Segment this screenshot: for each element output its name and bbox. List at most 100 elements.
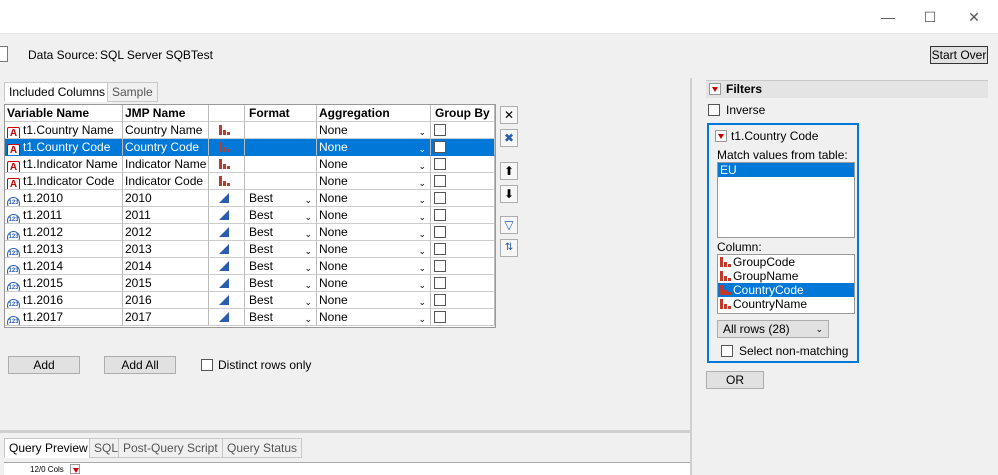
aggregation-select[interactable]: None ⌄ (317, 156, 431, 173)
or-button[interactable]: OR (706, 371, 764, 389)
table-row[interactable]: At1.Country Code Country Code None ⌄ (5, 139, 495, 156)
tab-sample[interactable]: Sample (107, 82, 158, 102)
group-by-checkbox[interactable] (434, 294, 446, 306)
select-nonmatching-checkbox[interactable] (721, 345, 733, 357)
format-select[interactable]: Best ⌄ (245, 207, 317, 224)
group-by-checkbox[interactable] (434, 226, 446, 238)
modeling-type-cell[interactable] (209, 173, 245, 190)
variable-name-cell[interactable]: 123 t1.2015 (5, 275, 123, 292)
filter-icon[interactable]: ▽ (500, 216, 518, 234)
filter-menu-icon[interactable] (715, 130, 727, 142)
variable-name-cell[interactable]: 123 t1.2013 (5, 241, 123, 258)
aggregation-select[interactable]: None ⌄ (317, 207, 431, 224)
aggregation-select[interactable]: None ⌄ (317, 275, 431, 292)
table-row[interactable]: 123 t1.2015 2015 Best ⌄ None ⌄ (5, 275, 495, 292)
column-list-item[interactable]: GroupName (718, 269, 854, 283)
match-values-list[interactable]: EU (717, 162, 855, 238)
horizontal-splitter[interactable] (0, 430, 690, 433)
table-row[interactable]: 123 t1.2014 2014 Best ⌄ None ⌄ (5, 258, 495, 275)
modeling-type-cell[interactable] (209, 207, 245, 224)
group-by-checkbox[interactable] (434, 141, 446, 153)
modeling-type-cell[interactable] (209, 241, 245, 258)
jmp-name-cell[interactable]: 2014 (123, 258, 209, 275)
group-by-checkbox[interactable] (434, 277, 446, 289)
move-down-icon[interactable]: ⬇ (500, 185, 518, 203)
format-select[interactable]: Best ⌄ (245, 224, 317, 241)
group-by-checkbox[interactable] (434, 311, 446, 323)
jmp-name-cell[interactable]: 2015 (123, 275, 209, 292)
aggregation-select[interactable]: None ⌄ (317, 173, 431, 190)
variable-name-cell[interactable]: At1.Indicator Name (5, 156, 123, 173)
jmp-name-cell[interactable]: Indicator Name (123, 156, 209, 173)
group-by-checkbox[interactable] (434, 175, 446, 187)
tab-post-query-script[interactable]: Post-Query Script (118, 438, 223, 458)
table-row[interactable]: 123 t1.2017 2017 Best ⌄ None ⌄ (5, 309, 495, 326)
variable-name-cell[interactable]: 123 t1.2016 (5, 292, 123, 309)
table-row[interactable]: 123 t1.2011 2011 Best ⌄ None ⌄ (5, 207, 495, 224)
format-select[interactable]: Best ⌄ (245, 275, 317, 292)
jmp-name-cell[interactable]: 2013 (123, 241, 209, 258)
jmp-name-cell[interactable]: 2016 (123, 292, 209, 309)
table-row[interactable]: 123 t1.2013 2013 Best ⌄ None ⌄ (5, 241, 495, 258)
format-select[interactable]: Best ⌄ (245, 190, 317, 207)
table-row[interactable]: 123 t1.2010 2010 Best ⌄ None ⌄ (5, 190, 495, 207)
format-select[interactable] (245, 122, 317, 139)
jmp-name-cell[interactable]: 2012 (123, 224, 209, 241)
modeling-type-cell[interactable] (209, 139, 245, 156)
modeling-type-cell[interactable] (209, 258, 245, 275)
rows-select[interactable]: All rows (28) ⌄ (717, 320, 829, 338)
modeling-type-cell[interactable] (209, 275, 245, 292)
variable-name-cell[interactable]: 123 t1.2014 (5, 258, 123, 275)
variable-name-cell[interactable]: At1.Country Name (5, 122, 123, 139)
table-row[interactable]: At1.Indicator Name Indicator Name None ⌄ (5, 156, 495, 173)
jmp-name-cell[interactable]: Indicator Code (123, 173, 209, 190)
remove-icon[interactable]: ✕ (500, 106, 518, 124)
format-select[interactable]: Best ⌄ (245, 241, 317, 258)
modeling-type-cell[interactable] (209, 156, 245, 173)
variable-name-cell[interactable]: 123 t1.2011 (5, 207, 123, 224)
add-all-button[interactable]: Add All (104, 356, 176, 374)
remove-all-icon[interactable]: ✖ (500, 129, 518, 147)
column-list-item[interactable]: GroupCode (718, 255, 854, 269)
aggregation-select[interactable]: None ⌄ (317, 190, 431, 207)
variable-name-cell[interactable]: 123 t1.2012 (5, 224, 123, 241)
jmp-name-cell[interactable]: 2011 (123, 207, 209, 224)
table-row[interactable]: At1.Indicator Code Indicator Code None ⌄ (5, 173, 495, 190)
column-list-item[interactable]: CountryName (718, 297, 854, 311)
minimize-icon[interactable]: — (878, 8, 898, 26)
sort-icon[interactable]: ⇅ (500, 239, 518, 257)
table-row[interactable]: 123 t1.2016 2016 Best ⌄ None ⌄ (5, 292, 495, 309)
modeling-type-cell[interactable] (209, 190, 245, 207)
inverse-checkbox[interactable] (708, 104, 720, 116)
table-row[interactable]: 123 t1.2012 2012 Best ⌄ None ⌄ (5, 224, 495, 241)
preview-menu-icon[interactable] (70, 464, 80, 474)
data-source-checkbox[interactable] (0, 46, 8, 62)
match-value-item[interactable]: EU (718, 163, 854, 177)
aggregation-select[interactable]: None ⌄ (317, 258, 431, 275)
tab-query-preview[interactable]: Query Preview (4, 438, 93, 458)
jmp-name-cell[interactable]: 2010 (123, 190, 209, 207)
group-by-checkbox[interactable] (434, 209, 446, 221)
format-select[interactable] (245, 156, 317, 173)
tab-query-status[interactable]: Query Status (222, 438, 303, 458)
jmp-name-cell[interactable]: Country Name (123, 122, 209, 139)
add-button[interactable]: Add (8, 356, 80, 374)
modeling-type-cell[interactable] (209, 292, 245, 309)
close-icon[interactable]: ✕ (964, 8, 984, 26)
modeling-type-cell[interactable] (209, 224, 245, 241)
distinct-rows-checkbox[interactable] (201, 359, 213, 371)
format-select[interactable] (245, 139, 317, 156)
aggregation-select[interactable]: None ⌄ (317, 139, 431, 156)
format-select[interactable]: Best ⌄ (245, 258, 317, 275)
variable-name-cell[interactable]: 123 t1.2017 (5, 309, 123, 326)
maximize-icon[interactable]: ☐ (920, 8, 940, 26)
aggregation-select[interactable]: None ⌄ (317, 292, 431, 309)
aggregation-select[interactable]: None ⌄ (317, 309, 431, 326)
group-by-checkbox[interactable] (434, 260, 446, 272)
tab-included-columns[interactable]: Included Columns (4, 82, 111, 102)
variable-name-cell[interactable]: 123 t1.2010 (5, 190, 123, 207)
start-over-button[interactable]: Start Over (930, 46, 988, 64)
move-up-icon[interactable]: ⬆ (500, 162, 518, 180)
table-row[interactable]: At1.Country Name Country Name None ⌄ (5, 122, 495, 139)
format-select[interactable]: Best ⌄ (245, 309, 317, 326)
